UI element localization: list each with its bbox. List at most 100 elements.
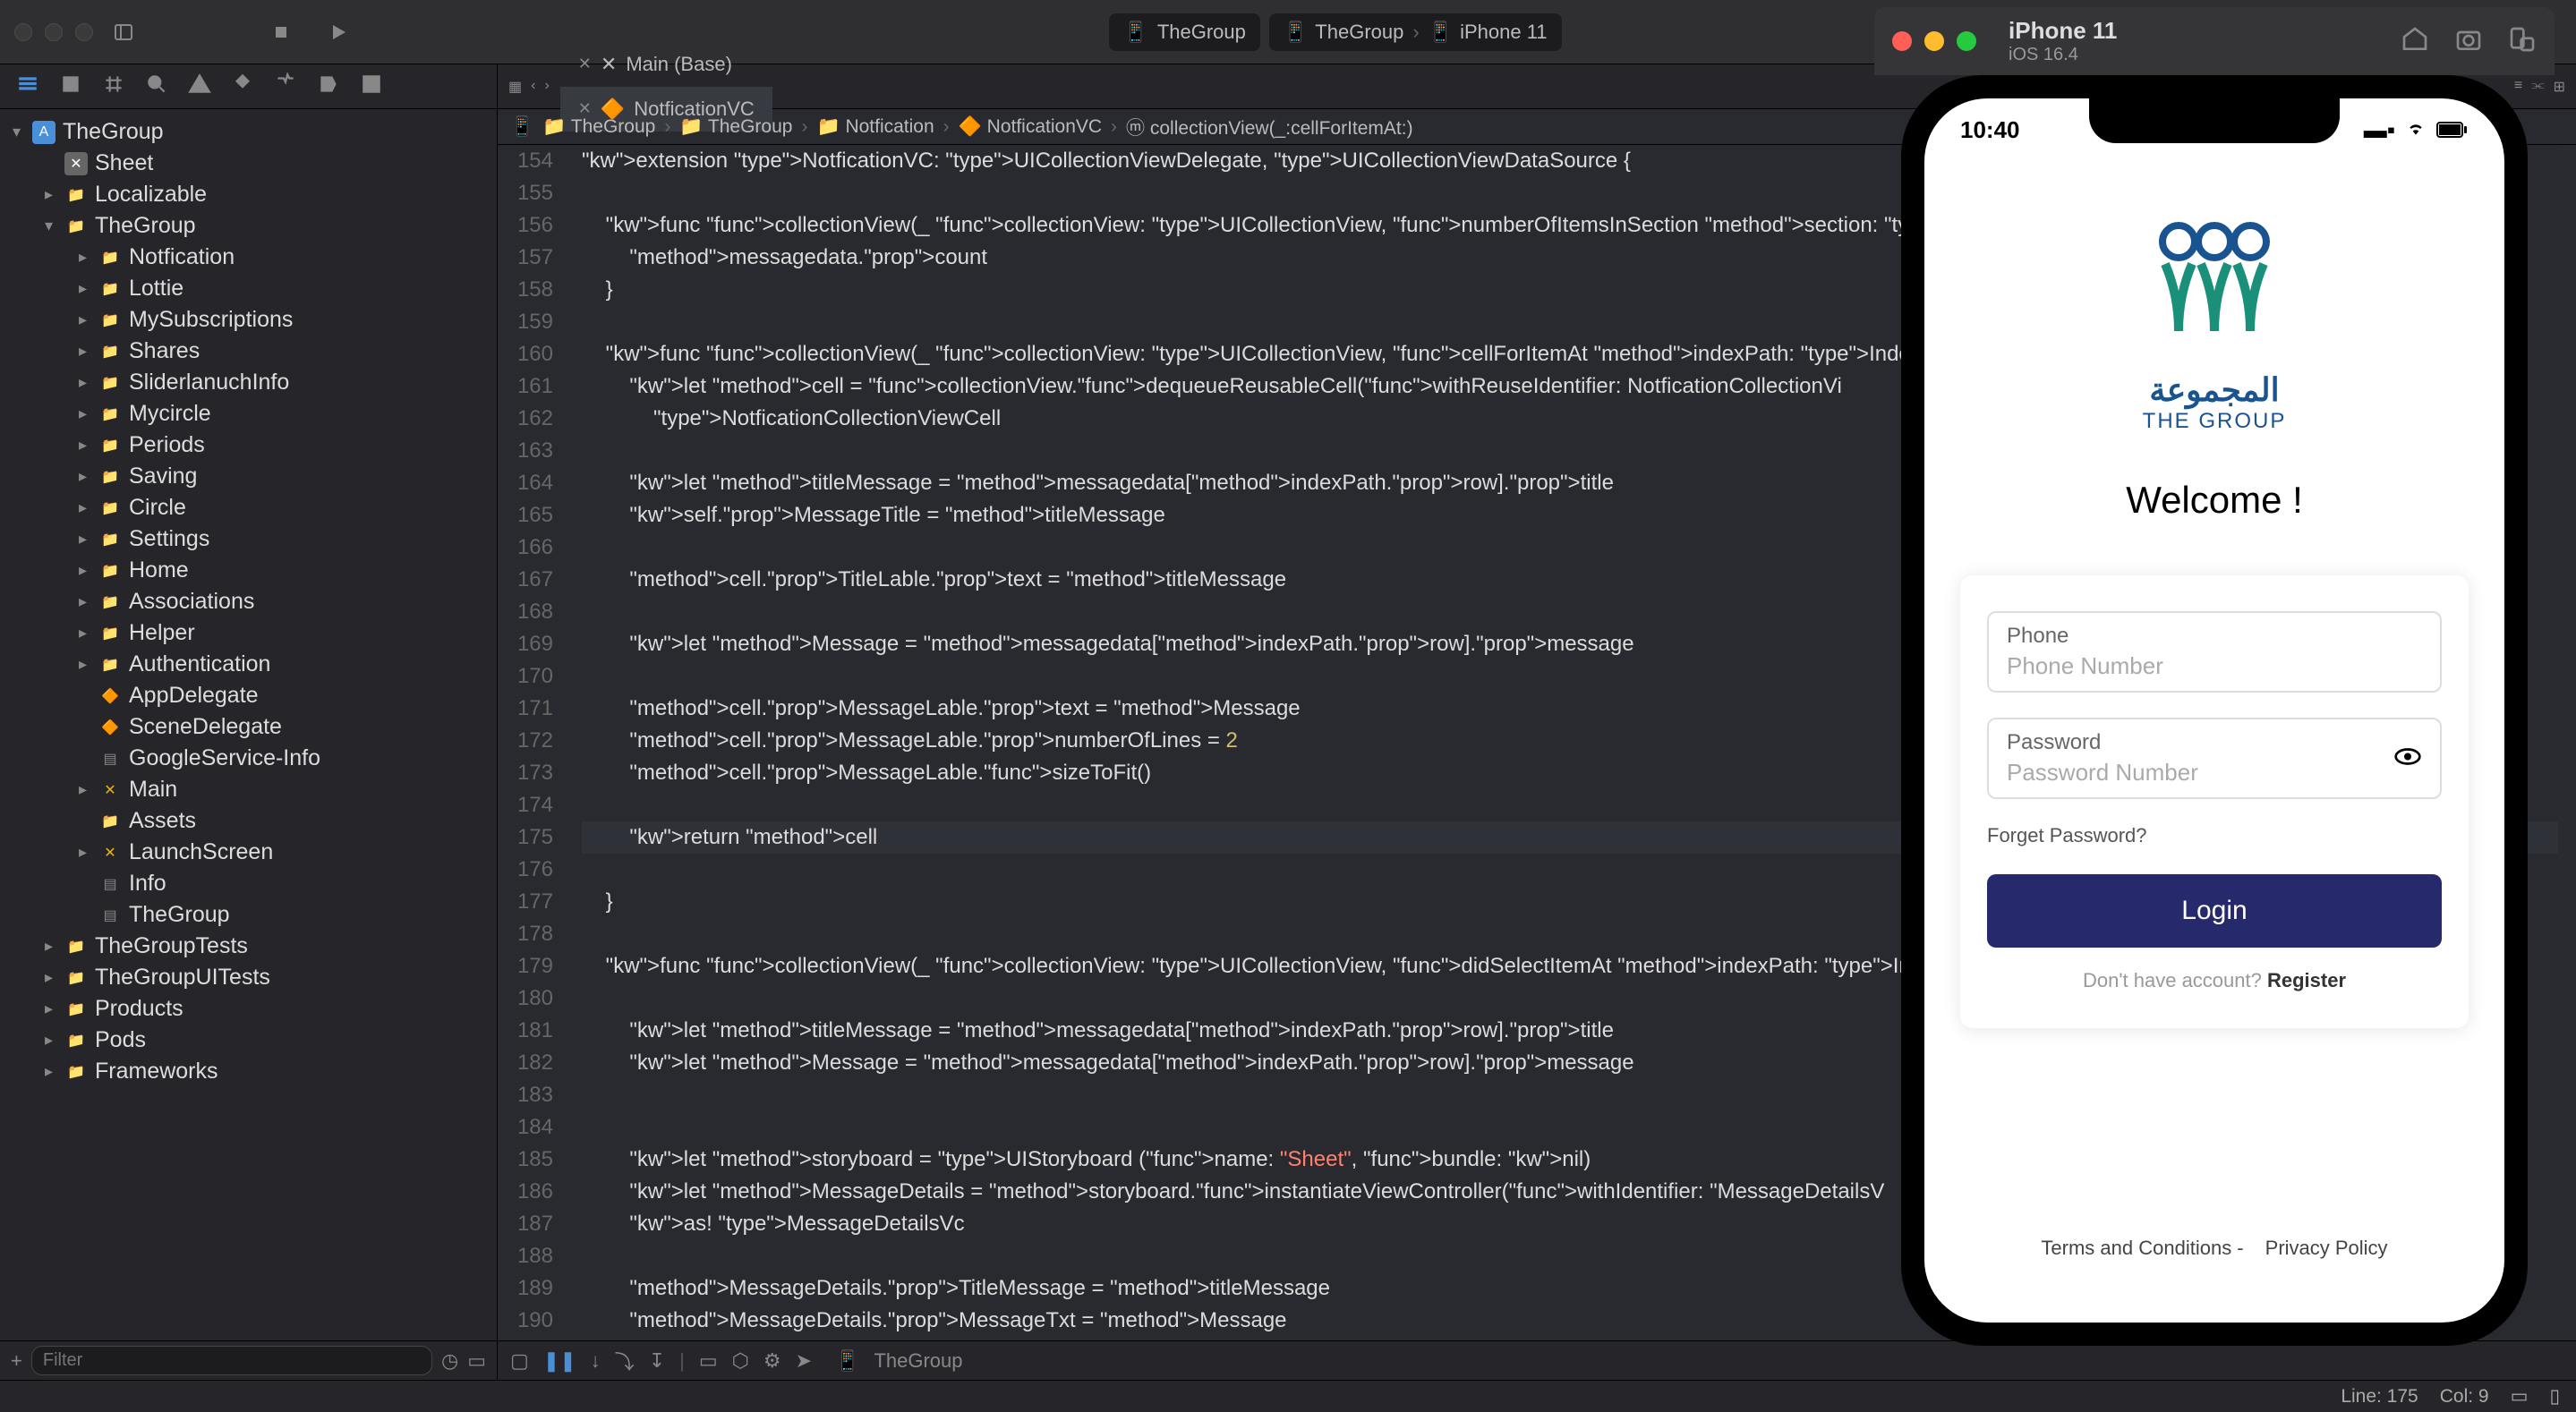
tree-item-frameworks[interactable]: ▸📁Frameworks <box>0 1056 497 1087</box>
report-navigator-tab[interactable] <box>360 72 383 100</box>
tree-item-scenedelegate[interactable]: 🔶SceneDelegate <box>0 711 497 743</box>
tree-item-launchscreen[interactable]: ▸✕LaunchScreen <box>0 837 497 868</box>
sim-minimize-button[interactable] <box>1924 31 1944 51</box>
tree-item-thegroup[interactable]: ▾📁TheGroup <box>0 210 497 242</box>
tree-item-products[interactable]: ▸📁Products <box>0 993 497 1025</box>
debug-navigator-tab[interactable] <box>274 72 297 100</box>
tree-item-sheet[interactable]: ✕Sheet <box>0 148 497 179</box>
tree-item-mycircle[interactable]: ▸📁Mycircle <box>0 398 497 430</box>
line-indicator: Line: 175 <box>2341 1386 2418 1408</box>
phone-placeholder: Phone Number <box>2007 652 2422 680</box>
continue-button[interactable]: ↓ <box>591 1349 601 1373</box>
terms-link[interactable]: Terms and Conditions - <box>2041 1237 2243 1260</box>
forward-button[interactable]: › <box>544 78 549 96</box>
close-window-button[interactable] <box>14 23 32 41</box>
tree-item-circle[interactable]: ▸📁Circle <box>0 492 497 523</box>
jump-segment[interactable]: 📁 Notfication <box>816 116 934 138</box>
zoom-window-button[interactable] <box>75 23 93 41</box>
project-tree[interactable]: ▾ATheGroup✕Sheet▸📁Localizable▾📁TheGroup▸… <box>0 109 497 1340</box>
tree-item-main[interactable]: ▸✕Main <box>0 774 497 805</box>
sim-zoom-button[interactable] <box>1957 31 1976 51</box>
breakpoint-navigator-tab[interactable] <box>317 72 340 100</box>
no-account-text: Don't have account? <box>2083 969 2262 991</box>
tree-item-saving[interactable]: ▸📁Saving <box>0 461 497 492</box>
tree-item-thegroup[interactable]: ▤TheGroup <box>0 899 497 931</box>
jump-segment[interactable]: 🔶 NotficationVC <box>959 116 1102 138</box>
jump-segment[interactable]: 📁 TheGroup <box>679 116 792 138</box>
tree-item-lottie[interactable]: ▸📁Lottie <box>0 273 497 304</box>
tree-item-info[interactable]: ▤Info <box>0 868 497 899</box>
editor-tab-main-base-[interactable]: ✕✕Main (Base) <box>560 42 772 87</box>
app-icon: 📱 <box>1123 21 1147 44</box>
privacy-link[interactable]: Privacy Policy <box>2265 1237 2388 1260</box>
sim-os-version: iOS 16.4 <box>2009 45 2117 65</box>
tree-item-sliderlanuchinfo[interactable]: ▸📁SliderlanuchInfo <box>0 367 497 398</box>
scm-filter-icon[interactable]: ▭ <box>467 1349 486 1373</box>
register-link[interactable]: Register <box>2267 969 2346 991</box>
sim-rotate-button[interactable] <box>2508 25 2537 58</box>
tree-item-appdelegate[interactable]: 🔶AppDelegate <box>0 680 497 711</box>
run-button[interactable] <box>319 14 358 50</box>
tree-item-localizable[interactable]: ▸📁Localizable <box>0 179 497 210</box>
symbol-navigator-tab[interactable] <box>102 72 125 100</box>
stop-button[interactable] <box>261 14 301 50</box>
minimap[interactable] <box>2558 145 2576 1340</box>
password-placeholder: Password Number <box>2007 759 2422 787</box>
jump-segment[interactable]: 📁 TheGroup <box>542 116 655 138</box>
tree-item-mysubscriptions[interactable]: ▸📁MySubscriptions <box>0 304 497 336</box>
project-navigator-tab[interactable] <box>16 72 39 100</box>
toggle-inspector-button[interactable]: ▯ <box>2549 1385 2560 1408</box>
issue-navigator-tab[interactable] <box>188 72 211 100</box>
add-editor-button[interactable]: ⊞ <box>2554 78 2565 96</box>
tree-item-authentication[interactable]: ▸📁Authentication <box>0 649 497 680</box>
login-button[interactable]: Login <box>1987 874 2442 948</box>
tree-item-notfication[interactable]: ▸📁Notfication <box>0 242 497 273</box>
navigator-filter-bar: + ◷ ▭ <box>0 1340 497 1380</box>
back-button[interactable]: ‹ <box>531 78 535 96</box>
find-navigator-tab[interactable] <box>145 72 168 100</box>
sim-screenshot-button[interactable] <box>2454 25 2483 58</box>
recent-filter-icon[interactable]: ◷ <box>441 1349 458 1373</box>
hide-debug-button[interactable]: ▢ <box>510 1349 529 1373</box>
ios-simulator-window: iPhone 11 iOS 16.4 10:40 ▬▪ <box>1874 7 2555 1346</box>
sim-close-button[interactable] <box>1892 31 1912 51</box>
memory-graph-button[interactable]: ⬡ <box>732 1349 749 1373</box>
tree-item-periods[interactable]: ▸📁Periods <box>0 430 497 461</box>
view-debug-button[interactable]: ▭ <box>699 1349 718 1373</box>
tree-item-assets[interactable]: 📁Assets <box>0 805 497 837</box>
scheme-selector[interactable]: 📱 TheGroup <box>1109 13 1259 51</box>
sim-home-button[interactable] <box>2401 25 2429 58</box>
jump-segment[interactable]: ⓜ collectionView(_:cellForItemAt:) <box>1126 114 1413 140</box>
tree-item-googleservice-info[interactable]: ▤GoogleService-Info <box>0 743 497 774</box>
tree-item-pods[interactable]: ▸📁Pods <box>0 1025 497 1056</box>
tree-item-home[interactable]: ▸📁Home <box>0 555 497 586</box>
pause-button[interactable]: ❚❚ <box>543 1349 576 1373</box>
phone-field[interactable]: Phone Phone Number <box>1987 611 2442 693</box>
test-navigator-tab[interactable] <box>231 72 254 100</box>
related-items-button[interactable]: ▦ <box>508 78 522 96</box>
toggle-debug-area-button[interactable]: ▭ <box>2511 1385 2529 1408</box>
step-over-button[interactable]: ⤵ <box>615 1347 635 1375</box>
add-button[interactable]: + <box>11 1349 22 1373</box>
toggle-password-icon[interactable] <box>2393 742 2422 775</box>
tree-item-associations[interactable]: ▸📁Associations <box>0 586 497 617</box>
step-into-button[interactable]: ↧ <box>649 1349 665 1373</box>
tree-item-settings[interactable]: ▸📁Settings <box>0 523 497 555</box>
source-control-tab[interactable] <box>59 72 82 100</box>
location-button[interactable]: ➤ <box>796 1349 812 1373</box>
password-field[interactable]: Password Password Number <box>1987 718 2442 799</box>
environment-button[interactable]: ⚙ <box>763 1349 781 1373</box>
forget-password-link[interactable]: Forget Password? <box>1987 824 2442 847</box>
run-destination[interactable]: 📱 TheGroup › 📱 iPhone 11 <box>1269 13 1562 51</box>
tree-item-thegroupuitests[interactable]: ▸📁TheGroupUITests <box>0 962 497 993</box>
toggle-navigator-button[interactable] <box>104 14 143 50</box>
status-time: 10:40 <box>1960 116 2020 144</box>
line-gutter: 1541551561571581591601611621631641651661… <box>498 145 569 1340</box>
filter-input[interactable] <box>31 1346 432 1375</box>
tree-item-shares[interactable]: ▸📁Shares <box>0 336 497 367</box>
login-card: Phone Phone Number Password Password Num… <box>1960 575 2469 1028</box>
tree-item-thegroup[interactable]: ▾ATheGroup <box>0 116 497 148</box>
tree-item-thegrouptests[interactable]: ▸📁TheGroupTests <box>0 931 497 962</box>
minimize-window-button[interactable] <box>45 23 63 41</box>
tree-item-helper[interactable]: ▸📁Helper <box>0 617 497 649</box>
